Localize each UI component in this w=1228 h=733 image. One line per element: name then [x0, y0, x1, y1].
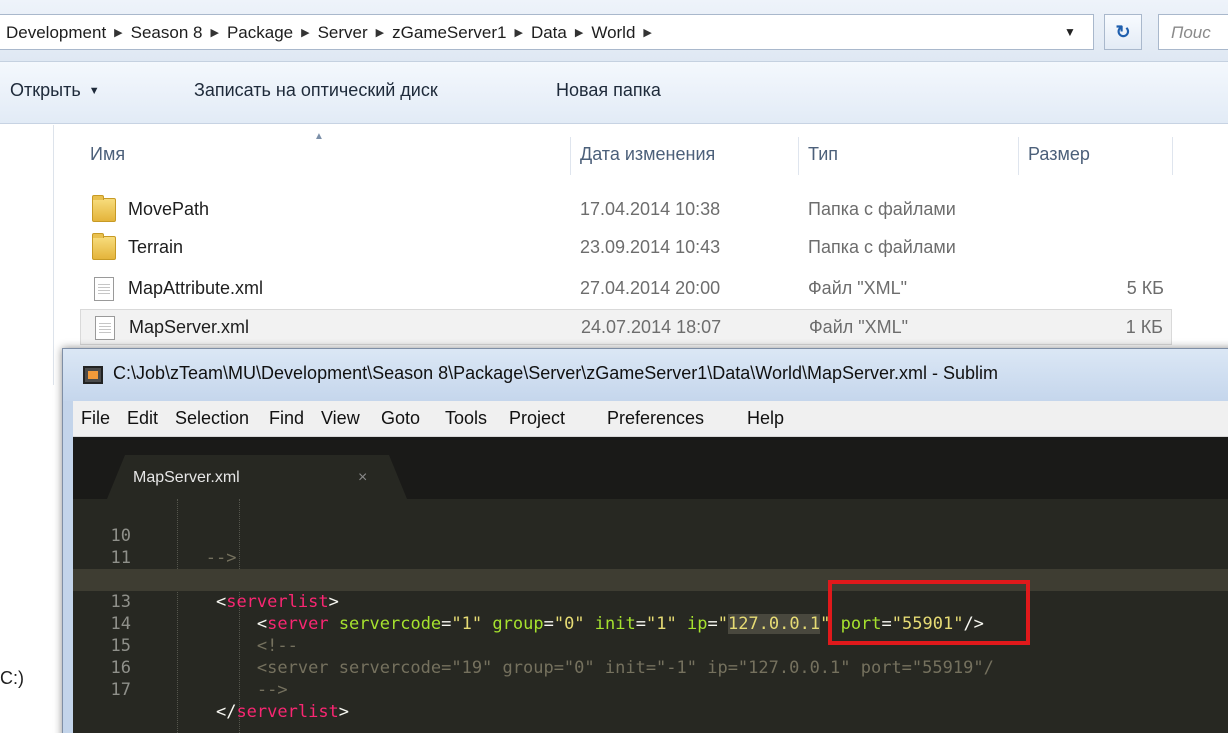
- file-type: Папка с файлами: [808, 237, 956, 257]
- editor-area: MapServer.xml × 10 --> 11 <mapserver> 12: [73, 437, 1228, 733]
- nav-pane-divider[interactable]: [53, 125, 54, 385]
- tag-bracket: </: [215, 702, 237, 722]
- file-size: 5 КБ: [1126, 278, 1164, 298]
- menu-file[interactable]: File: [81, 408, 110, 429]
- screenshot-root: Development ▶ Season 8 ▶ Package ▶ Server ▶ zGam…: [0, 0, 1228, 733]
- red-highlight-box: [828, 580, 1030, 645]
- file-row-terrain[interactable]: Terrain 23.09.2014 10:43 Папка с файлами: [80, 230, 1172, 266]
- file-date: 27.04.2014 20:00: [580, 278, 721, 298]
- column-header-type[interactable]: Тип: [808, 144, 838, 165]
- code-text: </serverlist>: [175, 701, 349, 723]
- code-line: 16 -->: [73, 635, 1228, 700]
- sublime-window: C:\Job\zTeam\MU\Development\Season 8\Pac…: [62, 348, 1228, 733]
- breadcrumb-arrow-icon[interactable]: ▶: [575, 26, 583, 39]
- breadcrumb-item[interactable]: Server: [318, 23, 368, 43]
- menu-tools[interactable]: Tools: [445, 408, 487, 429]
- file-type: Файл "XML": [809, 317, 909, 337]
- column-separator[interactable]: [570, 137, 571, 175]
- code-line: 11 <mapserver>: [73, 525, 1228, 590]
- folder-icon: [92, 195, 116, 222]
- breadcrumb-arrow-icon[interactable]: ▶: [114, 26, 122, 39]
- menu-bar: File Edit Selection Find View Goto Tools…: [73, 401, 1228, 437]
- open-label: Открыть: [10, 80, 81, 100]
- xml-file-icon: [94, 277, 114, 301]
- column-header-date[interactable]: Дата изменения: [580, 144, 715, 165]
- open-button[interactable]: Открыть ▼: [10, 80, 100, 101]
- folder-icon: [92, 233, 116, 260]
- file-row-mapserver[interactable]: MapServer.xml 24.07.2014 18:07 Файл "XML…: [80, 309, 1172, 345]
- xml-tag: serverlist: [236, 702, 339, 722]
- file-type: Файл "XML": [808, 278, 908, 298]
- column-header-name[interactable]: Имя: [90, 144, 125, 165]
- window-titlebar[interactable]: C:\Job\zTeam\MU\Development\Season 8\Pac…: [63, 349, 1228, 401]
- breadcrumb-item[interactable]: Data: [531, 23, 567, 43]
- comment-close: -->: [256, 680, 288, 700]
- file-name: MapAttribute.xml: [128, 278, 264, 298]
- breadcrumb-arrow-icon[interactable]: ▶: [301, 26, 309, 39]
- menu-find[interactable]: Find: [269, 408, 304, 429]
- menu-edit[interactable]: Edit: [127, 408, 158, 429]
- file-date: 24.07.2014 18:07: [581, 317, 722, 337]
- sort-ascending-icon: ▲: [314, 131, 324, 142]
- code-line: 14 <!--: [73, 591, 1228, 656]
- line-number: 17: [110, 680, 131, 700]
- file-type: Папка с файлами: [808, 199, 956, 219]
- file-date: 23.09.2014 10:43: [580, 237, 721, 257]
- xml-file-icon: [95, 316, 115, 340]
- code-line: 10 -->: [73, 503, 1228, 568]
- menu-project[interactable]: Project: [509, 408, 565, 429]
- address-field[interactable]: Development ▶ Season 8 ▶ Package ▶ Server ▶ zGam…: [0, 14, 1094, 50]
- tab-label[interactable]: MapServer.xml: [133, 469, 240, 487]
- menu-selection[interactable]: Selection: [175, 408, 249, 429]
- chevron-down-icon: ▼: [88, 85, 100, 97]
- breadcrumb-arrow-icon[interactable]: ▶: [643, 26, 651, 39]
- search-placeholder: Поис: [1171, 23, 1211, 42]
- breadcrumb-item[interactable]: Package: [227, 23, 293, 43]
- burn-disc-button[interactable]: Записать на оптический диск: [194, 80, 438, 101]
- code-line: 15 <server servercode="19" group="0" ini…: [73, 613, 1228, 678]
- column-separator[interactable]: [1172, 137, 1173, 175]
- breadcrumb-arrow-icon[interactable]: ▶: [514, 26, 522, 39]
- file-date: 17.04.2014 10:38: [580, 199, 721, 219]
- close-icon[interactable]: ×: [358, 469, 367, 487]
- explorer-toolbar: Открыть ▼ Записать на оптический диск Нов…: [0, 62, 1228, 124]
- menu-preferences[interactable]: Preferences: [607, 408, 704, 429]
- explorer-address-bar: Development ▶ Season 8 ▶ Package ▶ Server ▶ zGam…: [0, 0, 1228, 62]
- code-text: -->: [175, 679, 288, 701]
- menu-view[interactable]: View: [321, 408, 360, 429]
- code-line-active: 13 <server servercode="1" group="0" init…: [73, 569, 1228, 634]
- nav-pane-drive-label[interactable]: C:): [0, 668, 24, 689]
- sublime-app-icon: [83, 366, 103, 384]
- code-line: 12 <serverlist>: [73, 547, 1228, 612]
- search-input[interactable]: Поис: [1158, 14, 1228, 50]
- column-header-size[interactable]: Размер: [1028, 144, 1090, 165]
- file-size: 1 КБ: [1125, 317, 1163, 337]
- refresh-button[interactable]: ↻: [1104, 14, 1142, 50]
- file-row-mapattribute[interactable]: MapAttribute.xml 27.04.2014 20:00 Файл "…: [80, 271, 1172, 307]
- file-name: MapServer.xml: [129, 317, 250, 337]
- breadcrumb-arrow-icon[interactable]: ▶: [376, 26, 384, 39]
- breadcrumb-item[interactable]: zGameServer1: [392, 23, 506, 43]
- file-row-movepath[interactable]: MovePath 17.04.2014 10:38 Папка с файлам…: [80, 192, 1172, 228]
- file-name: Terrain: [128, 237, 184, 257]
- new-folder-button[interactable]: Новая папка: [556, 80, 661, 101]
- window-title: C:\Job\zTeam\MU\Development\Season 8\Pac…: [113, 363, 999, 383]
- file-list: ▲ Имя Дата изменения Тип Размер MovePath…: [0, 125, 1228, 385]
- refresh-icon: ↻: [1115, 22, 1131, 42]
- menu-goto[interactable]: Goto: [381, 408, 420, 429]
- tag-bracket: >: [338, 702, 350, 722]
- breadcrumb-arrow-icon[interactable]: ▶: [210, 26, 218, 39]
- breadcrumb-item[interactable]: World: [591, 23, 635, 43]
- breadcrumb: Development ▶ Season 8 ▶ Package ▶ Server ▶ zGam…: [6, 23, 660, 43]
- menu-help[interactable]: Help: [747, 408, 784, 429]
- tab-strip: MapServer.xml ×: [73, 437, 1228, 499]
- column-separator[interactable]: [1018, 137, 1019, 175]
- code-line: 17 </serverlist>: [73, 657, 1228, 722]
- file-name: MovePath: [128, 199, 210, 219]
- breadcrumb-item[interactable]: Development: [6, 23, 106, 43]
- address-dropdown-icon[interactable]: ▼: [1064, 25, 1076, 39]
- code-view[interactable]: 10 --> 11 <mapserver> 12 <serverlist> 13…: [73, 499, 1228, 733]
- column-separator[interactable]: [798, 137, 799, 175]
- breadcrumb-item[interactable]: Season 8: [131, 23, 203, 43]
